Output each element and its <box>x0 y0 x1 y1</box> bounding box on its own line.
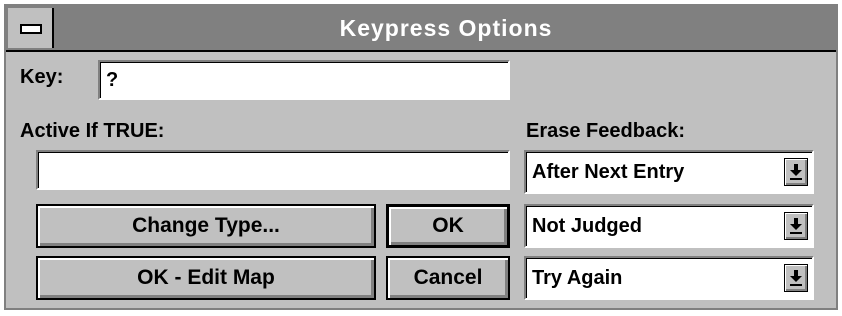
erase-feedback-value: After Next Entry <box>532 161 685 183</box>
judging-dropdown[interactable]: Not Judged <box>524 204 814 248</box>
retry-value: Try Again <box>532 267 623 289</box>
ok-edit-map-button[interactable]: OK - Edit Map <box>36 256 376 300</box>
keypress-options-dialog: Keypress Options Key: ? Active If TRUE: … <box>4 4 838 310</box>
key-label: Key: <box>20 66 64 88</box>
erase-feedback-label: Erase Feedback: <box>526 120 685 142</box>
window-title: Keypress Options <box>339 15 553 41</box>
active-if-input[interactable] <box>36 150 510 190</box>
dropdown-arrow-icon[interactable] <box>784 212 808 240</box>
cancel-button[interactable]: Cancel <box>386 256 510 300</box>
erase-feedback-dropdown[interactable]: After Next Entry <box>524 150 814 194</box>
key-input[interactable]: ? <box>98 60 510 100</box>
system-menu-bar <box>20 24 42 34</box>
judging-value: Not Judged <box>532 215 642 237</box>
ok-button[interactable]: OK <box>386 204 510 248</box>
title-bar[interactable]: Keypress Options <box>6 6 836 52</box>
active-if-label: Active If TRUE: <box>20 120 165 142</box>
dropdown-arrow-icon[interactable] <box>784 158 808 186</box>
change-type-button[interactable]: Change Type... <box>36 204 376 248</box>
system-menu-icon[interactable] <box>8 8 54 48</box>
retry-dropdown[interactable]: Try Again <box>524 256 814 300</box>
dropdown-arrow-icon[interactable] <box>784 264 808 292</box>
